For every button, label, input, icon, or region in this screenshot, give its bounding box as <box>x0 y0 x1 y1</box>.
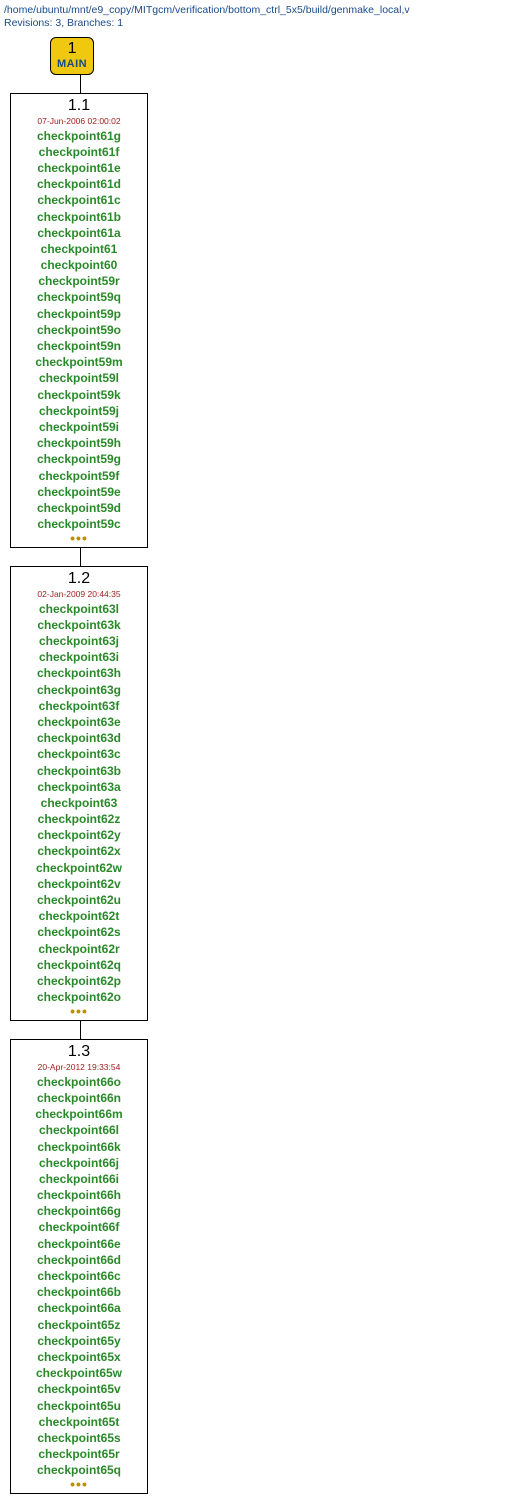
revision-tag: checkpoint65z <box>38 1317 121 1333</box>
revision-summary: Revisions: 3, Branches: 1 <box>4 17 508 29</box>
revision-tag: checkpoint59n <box>37 338 121 354</box>
revision-date: 20-Apr-2012 19:33:54 <box>38 1062 121 1072</box>
revision-tag: checkpoint66o <box>37 1074 121 1090</box>
revision-tag: checkpoint66e <box>37 1236 120 1252</box>
revision-tag: checkpoint65s <box>37 1430 120 1446</box>
revision-tag: checkpoint63j <box>39 633 119 649</box>
revision-tag: checkpoint59d <box>37 500 121 516</box>
revision-tag: checkpoint59g <box>37 451 121 467</box>
revision-tag: checkpoint63 <box>41 795 118 811</box>
revision-tag: checkpoint62w <box>36 860 122 876</box>
revision-tag: checkpoint66j <box>39 1155 119 1171</box>
revision-tag: checkpoint66d <box>37 1252 121 1268</box>
revision-number: 1.3 <box>68 1044 90 1060</box>
revision-tag: checkpoint61e <box>37 160 120 176</box>
revision-tag: checkpoint65q <box>37 1462 121 1478</box>
revision-tag: checkpoint63b <box>37 763 121 779</box>
revision-tag: checkpoint66n <box>37 1090 121 1106</box>
branch-node[interactable]: 1 MAIN <box>50 37 94 75</box>
revision-tag: checkpoint63f <box>39 698 120 714</box>
more-tags-icon[interactable]: ••• <box>70 534 88 542</box>
revision-tag: checkpoint62p <box>37 973 121 989</box>
revision-tag: checkpoint60 <box>41 257 118 273</box>
revision-tag: checkpoint66f <box>39 1219 120 1235</box>
revision-node[interactable]: 1.1 07-Jun-2006 02:00:02 checkpoint61g c… <box>10 93 148 548</box>
revision-tag: checkpoint62y <box>37 827 120 843</box>
more-tags-icon[interactable]: ••• <box>70 1480 88 1488</box>
revision-node[interactable]: 1.3 20-Apr-2012 19:33:54 checkpoint66o c… <box>10 1039 148 1494</box>
revision-tag: checkpoint66a <box>37 1300 120 1316</box>
revision-tag: checkpoint66g <box>37 1203 121 1219</box>
revision-tag: checkpoint63e <box>37 714 120 730</box>
revision-tag: checkpoint59f <box>39 468 120 484</box>
revision-node[interactable]: 1.2 02-Jan-2009 20:44:35 checkpoint63l c… <box>10 566 148 1021</box>
revision-tag: checkpoint62s <box>37 924 120 940</box>
revision-tag: checkpoint65u <box>37 1398 121 1414</box>
revision-tag: checkpoint63g <box>37 682 121 698</box>
revision-tag: checkpoint66i <box>39 1171 119 1187</box>
revision-tag: checkpoint62q <box>37 957 121 973</box>
file-path: /home/ubuntu/mnt/e9_copy/MITgcm/verifica… <box>4 4 508 16</box>
revision-tree: 1 MAIN 1.1 07-Jun-2006 02:00:02 checkpoi… <box>10 37 508 1494</box>
revision-tag: checkpoint61g <box>37 128 121 144</box>
revision-tag: checkpoint65x <box>37 1349 120 1365</box>
revision-tag: checkpoint63i <box>39 649 119 665</box>
revision-number: 1.1 <box>68 98 90 114</box>
revision-tag: checkpoint66m <box>35 1106 122 1122</box>
more-tags-icon[interactable]: ••• <box>70 1007 88 1015</box>
revision-number: 1.2 <box>68 571 90 587</box>
revision-date: 07-Jun-2006 02:00:02 <box>37 116 120 126</box>
revision-tag: checkpoint59o <box>37 322 121 338</box>
revision-tag: checkpoint65v <box>37 1381 120 1397</box>
connector-line <box>80 75 81 93</box>
connector-line <box>80 548 81 566</box>
revision-tag: checkpoint59m <box>35 354 122 370</box>
revision-tag: checkpoint61 <box>41 241 118 257</box>
revision-tag: checkpoint66c <box>37 1268 120 1284</box>
connector-line <box>80 1021 81 1039</box>
revision-tag: checkpoint66b <box>37 1284 121 1300</box>
revision-tag: checkpoint65y <box>37 1333 120 1349</box>
revision-tag: checkpoint65r <box>38 1446 119 1462</box>
revision-date: 02-Jan-2009 20:44:35 <box>37 589 120 599</box>
revision-tag: checkpoint62u <box>37 892 121 908</box>
revision-tag: checkpoint59j <box>39 403 119 419</box>
revision-tag: checkpoint63d <box>37 730 121 746</box>
branch-number: 1 <box>68 40 77 58</box>
revision-tag: checkpoint62r <box>38 941 119 957</box>
revision-tag: checkpoint62t <box>39 908 120 924</box>
revision-tag: checkpoint63l <box>39 601 119 617</box>
revision-tag: checkpoint61c <box>37 192 120 208</box>
revision-tag: checkpoint61a <box>37 225 120 241</box>
revision-tag: checkpoint59e <box>37 484 120 500</box>
revision-tag: checkpoint61f <box>39 144 120 160</box>
revision-tag: checkpoint63h <box>37 665 121 681</box>
revision-tag: checkpoint63a <box>37 779 120 795</box>
revision-tag: checkpoint66k <box>37 1139 120 1155</box>
revision-tag: checkpoint62z <box>38 811 121 827</box>
revision-tag: checkpoint62v <box>37 876 120 892</box>
revision-tag: checkpoint62x <box>37 843 120 859</box>
revision-tag: checkpoint59h <box>37 435 121 451</box>
branch-name: MAIN <box>57 58 87 70</box>
revision-tag: checkpoint61d <box>37 176 121 192</box>
revision-tag: checkpoint63c <box>37 746 120 762</box>
revision-tag: checkpoint63k <box>37 617 120 633</box>
revision-tag: checkpoint59r <box>38 273 119 289</box>
revision-tag: checkpoint59p <box>37 306 121 322</box>
revision-tag: checkpoint65t <box>39 1414 120 1430</box>
revision-tag: checkpoint66h <box>37 1187 121 1203</box>
revision-tag: checkpoint66l <box>39 1122 119 1138</box>
revision-tag: checkpoint59l <box>39 370 119 386</box>
revision-tag: checkpoint59q <box>37 289 121 305</box>
revision-tag: checkpoint65w <box>36 1365 122 1381</box>
revision-tag: checkpoint59i <box>39 419 119 435</box>
revision-tag: checkpoint61b <box>37 209 121 225</box>
revision-tag: checkpoint59k <box>37 387 120 403</box>
